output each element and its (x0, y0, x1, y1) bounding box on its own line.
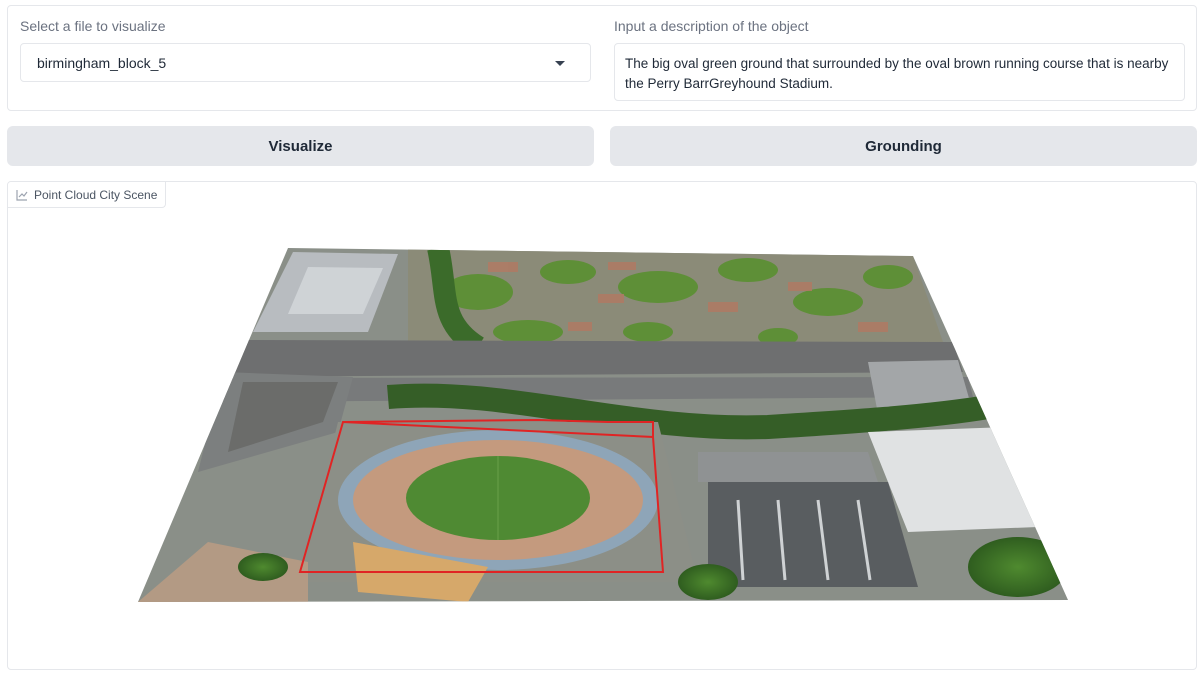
file-select-label: Select a file to visualize (20, 18, 166, 34)
viewer-title: Point Cloud City Scene (34, 187, 158, 202)
grounding-button[interactable]: Grounding (610, 126, 1197, 166)
file-dropdown[interactable]: birmingham_block_5 (20, 43, 591, 82)
description-label: Input a description of the object (614, 18, 809, 34)
point-cloud-viewer[interactable]: Point Cloud City Scene (7, 181, 1197, 670)
terrain-map (138, 248, 1068, 602)
input-panel: Select a file to visualize birmingham_bl… (7, 5, 1197, 111)
chevron-down-icon (555, 61, 565, 66)
file-dropdown-value: birmingham_block_5 (37, 55, 167, 71)
point-cloud-scene[interactable] (8, 182, 1197, 670)
visualize-button[interactable]: Visualize (7, 126, 594, 166)
chart-icon (16, 189, 28, 201)
description-textarea[interactable]: The big oval green ground that surrounde… (614, 43, 1185, 101)
viewer-label: Point Cloud City Scene (8, 182, 167, 208)
